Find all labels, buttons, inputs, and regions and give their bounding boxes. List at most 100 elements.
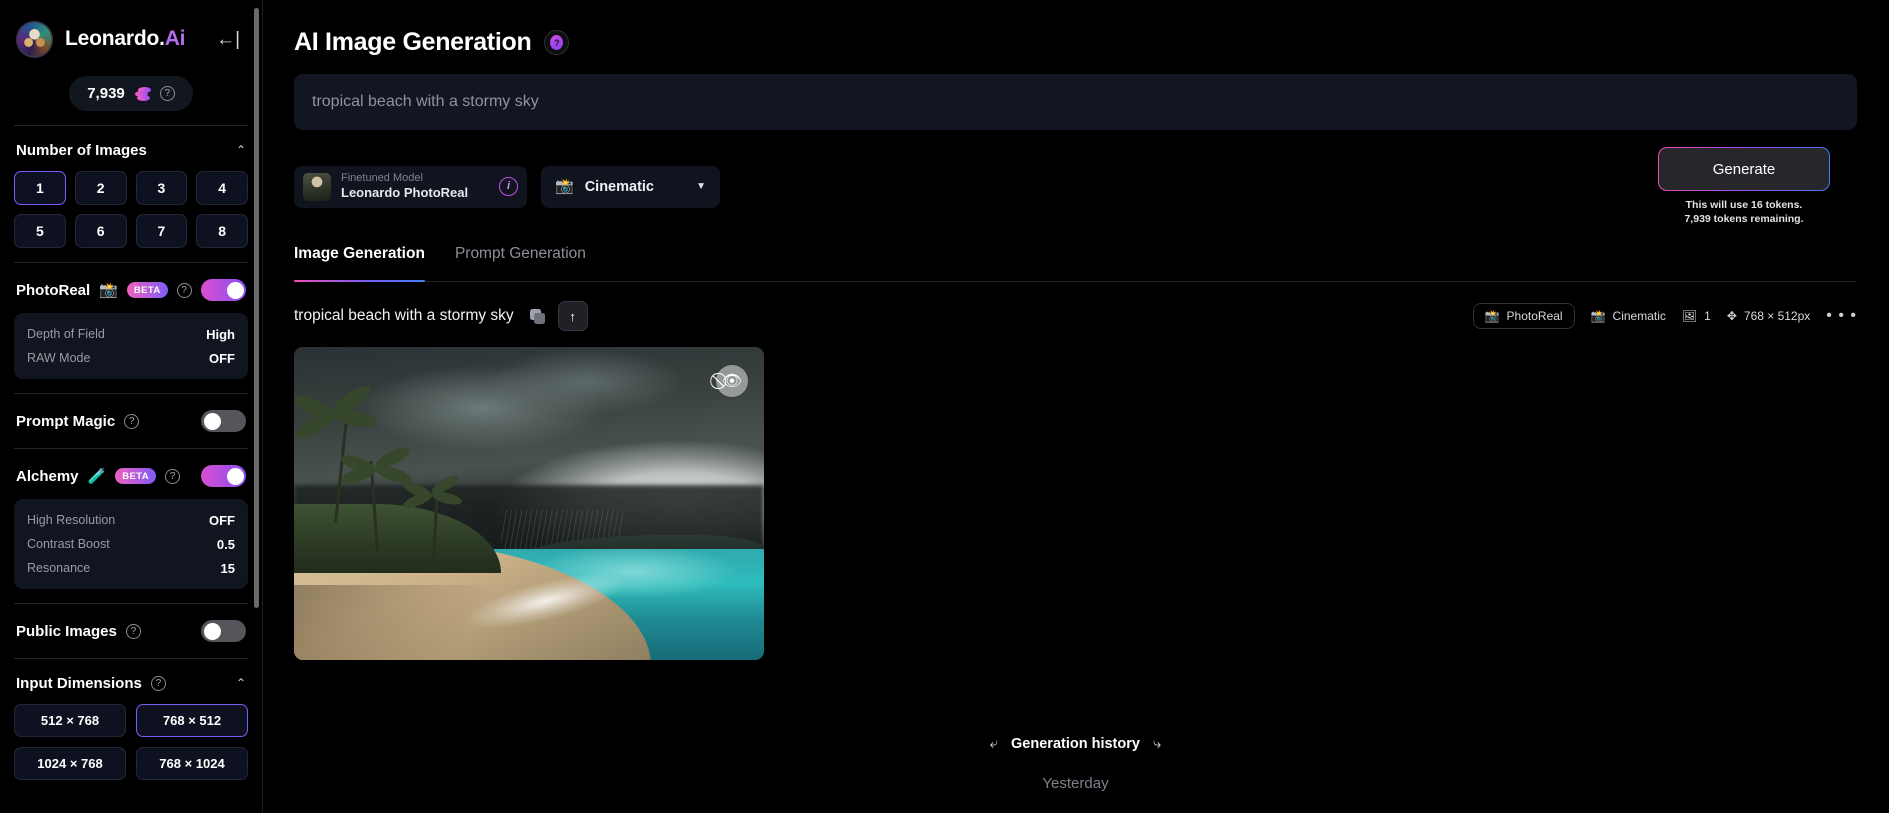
- setting-key: Contrast Boost: [27, 537, 110, 551]
- setting-row[interactable]: High Resolution OFF: [27, 508, 235, 532]
- number-of-images-title: Number of Images: [16, 142, 147, 159]
- alchemy-help-icon[interactable]: ?: [164, 468, 180, 484]
- setting-key: Resonance: [27, 561, 91, 575]
- num-images-option-6[interactable]: 6: [74, 214, 127, 248]
- palm-tree: [401, 472, 474, 565]
- prompt-magic-toggle[interactable]: [201, 410, 246, 432]
- generation-history-label[interactable]: Generation history: [1011, 736, 1140, 752]
- tab-prompt-generation[interactable]: Prompt Generation: [455, 245, 586, 281]
- preset-style-value: Cinematic: [584, 178, 654, 195]
- input-dimensions-grid: 512 × 768 768 × 512 1024 × 768 768 × 102…: [12, 704, 250, 780]
- more-options-icon[interactable]: • • •: [1826, 307, 1857, 325]
- model-info-icon[interactable]: i: [499, 177, 518, 197]
- photoreal-beta-badge: BETA: [126, 282, 168, 298]
- alchemy-row: Alchemy 🧪 BETA ?: [12, 463, 250, 489]
- divider: [14, 448, 248, 449]
- sidebar: Leonardo.Ai ←| 7,939 ? Number of Images …: [0, 0, 262, 813]
- photoreal-row: PhotoReal 📸 BETA ?: [12, 277, 250, 303]
- help-dot-icon: ?: [550, 35, 564, 50]
- arrow-left-icon: ⤶: [989, 735, 999, 752]
- app-root: Leonardo.Ai ←| 7,939 ? Number of Images …: [0, 0, 1889, 813]
- brand-name-accent: Ai: [164, 27, 186, 50]
- photoreal-toggle[interactable]: [201, 279, 246, 301]
- photoreal-label: PhotoReal: [16, 281, 91, 299]
- setting-value: 0.5: [216, 536, 235, 552]
- result-header: tropical beach with a stormy sky ↑ 📸 Pho…: [294, 301, 1857, 332]
- finetuned-model-selector[interactable]: Finetuned Model Leonardo PhotoReal i: [294, 165, 527, 208]
- alchemy-beta-badge: BETA: [115, 468, 156, 484]
- num-images-option-5[interactable]: 5: [14, 214, 66, 248]
- chip-photoreal[interactable]: 📸 PhotoReal: [1472, 303, 1575, 330]
- dimension-option-512x768[interactable]: 512 × 768: [14, 704, 126, 737]
- generate-note-line2: 7,939 tokens remaining.: [1684, 213, 1804, 226]
- generate-button[interactable]: Generate: [1658, 147, 1830, 191]
- leonardo-avatar-icon: [16, 20, 53, 58]
- credits-pill[interactable]: 7,939 ?: [69, 76, 193, 111]
- model-kicker: Finetuned Model: [341, 172, 423, 185]
- prompt-input[interactable]: tropical beach with a stormy sky: [294, 74, 1857, 130]
- camera-flash-icon: 📸: [1590, 309, 1606, 324]
- num-images-option-2[interactable]: 2: [74, 171, 127, 205]
- chip-label: 1: [1704, 309, 1711, 324]
- public-images-help-icon[interactable]: ?: [125, 623, 141, 639]
- num-images-option-8[interactable]: 8: [196, 214, 248, 248]
- brand-name[interactable]: Leonardo.Ai: [65, 27, 186, 51]
- prompt-magic-label: Prompt Magic: [16, 412, 116, 430]
- divider: [14, 262, 248, 263]
- dimension-option-768x1024[interactable]: 768 × 1024: [136, 747, 248, 780]
- credits-help-icon[interactable]: ?: [159, 86, 175, 101]
- public-images-toggle[interactable]: [201, 620, 246, 642]
- photoreal-settings-panel: Depth of Field High RAW Mode OFF: [14, 313, 248, 379]
- chip-label: PhotoReal: [1506, 309, 1563, 324]
- photoreal-help-icon[interactable]: ?: [176, 282, 192, 298]
- coins-icon: [134, 86, 151, 101]
- chevron-up-icon[interactable]: ⌃: [236, 676, 246, 690]
- input-dimensions-help-icon[interactable]: ?: [150, 676, 166, 691]
- dimension-option-1024x768[interactable]: 1024 × 768: [14, 747, 126, 780]
- brand-name-main: Leonardo.: [65, 27, 165, 50]
- model-thumbnail-icon: [303, 172, 331, 201]
- chevron-up-icon[interactable]: ⌃: [236, 143, 246, 157]
- upload-button[interactable]: ↑: [557, 301, 588, 332]
- setting-key: High Resolution: [27, 513, 116, 527]
- generated-image[interactable]: ⃠👁: [294, 347, 764, 661]
- setting-row[interactable]: Resonance 15: [27, 556, 235, 580]
- setting-key: RAW Mode: [27, 351, 91, 365]
- test-tube-icon: 🧪: [87, 467, 107, 485]
- main-content: AI Image Generation ? tropical beach wit…: [262, 0, 1889, 813]
- image-icon: 🖼: [1681, 309, 1698, 324]
- copy-icon[interactable]: [529, 308, 545, 324]
- setting-value: 15: [220, 560, 235, 576]
- num-images-option-1[interactable]: 1: [14, 171, 66, 205]
- setting-value: OFF: [209, 350, 235, 366]
- sidebar-separator: [262, 0, 263, 813]
- divider: [14, 125, 248, 126]
- divider: [14, 603, 248, 604]
- preset-style-dropdown[interactable]: 📸 Cinematic ▼: [541, 165, 720, 208]
- chip-dimensions: ✥ 768 × 512px: [1727, 309, 1810, 323]
- sidebar-scrollbar[interactable]: [254, 8, 259, 608]
- alchemy-toggle[interactable]: [201, 465, 246, 487]
- dimension-option-768x512[interactable]: 768 × 512: [136, 704, 248, 737]
- num-images-option-7[interactable]: 7: [135, 214, 188, 248]
- camera-flash-icon: 📸: [1484, 309, 1500, 324]
- camera-flash-icon: 📸: [555, 178, 574, 196]
- prompt-magic-help-icon[interactable]: ?: [124, 413, 140, 429]
- number-of-images-grid: 1 2 3 4 5 6 7 8: [12, 171, 250, 248]
- tab-image-generation[interactable]: Image Generation: [294, 245, 425, 283]
- setting-row[interactable]: Contrast Boost 0.5: [27, 532, 235, 556]
- public-images-row: Public Images ?: [12, 618, 250, 644]
- credits-value: 7,939: [87, 85, 125, 102]
- alchemy-settings-panel: High Resolution OFF Contrast Boost 0.5 R…: [14, 499, 248, 589]
- collapse-sidebar-icon[interactable]: ←|: [216, 30, 240, 49]
- num-images-option-4[interactable]: 4: [196, 171, 248, 205]
- brand-row: Leonardo.Ai ←|: [12, 0, 250, 62]
- move-arrows-icon: ✥: [1726, 309, 1737, 324]
- num-images-option-3[interactable]: 3: [135, 171, 188, 205]
- setting-row[interactable]: RAW Mode OFF: [27, 346, 235, 370]
- chip-image-count: 🖼 1: [1682, 309, 1711, 323]
- setting-row[interactable]: Depth of Field High: [27, 322, 235, 346]
- generate-note-line1: This will use 16 tokens.: [1685, 199, 1803, 211]
- setting-key: Depth of Field: [27, 327, 105, 341]
- page-title-help-badge[interactable]: ?: [544, 30, 570, 55]
